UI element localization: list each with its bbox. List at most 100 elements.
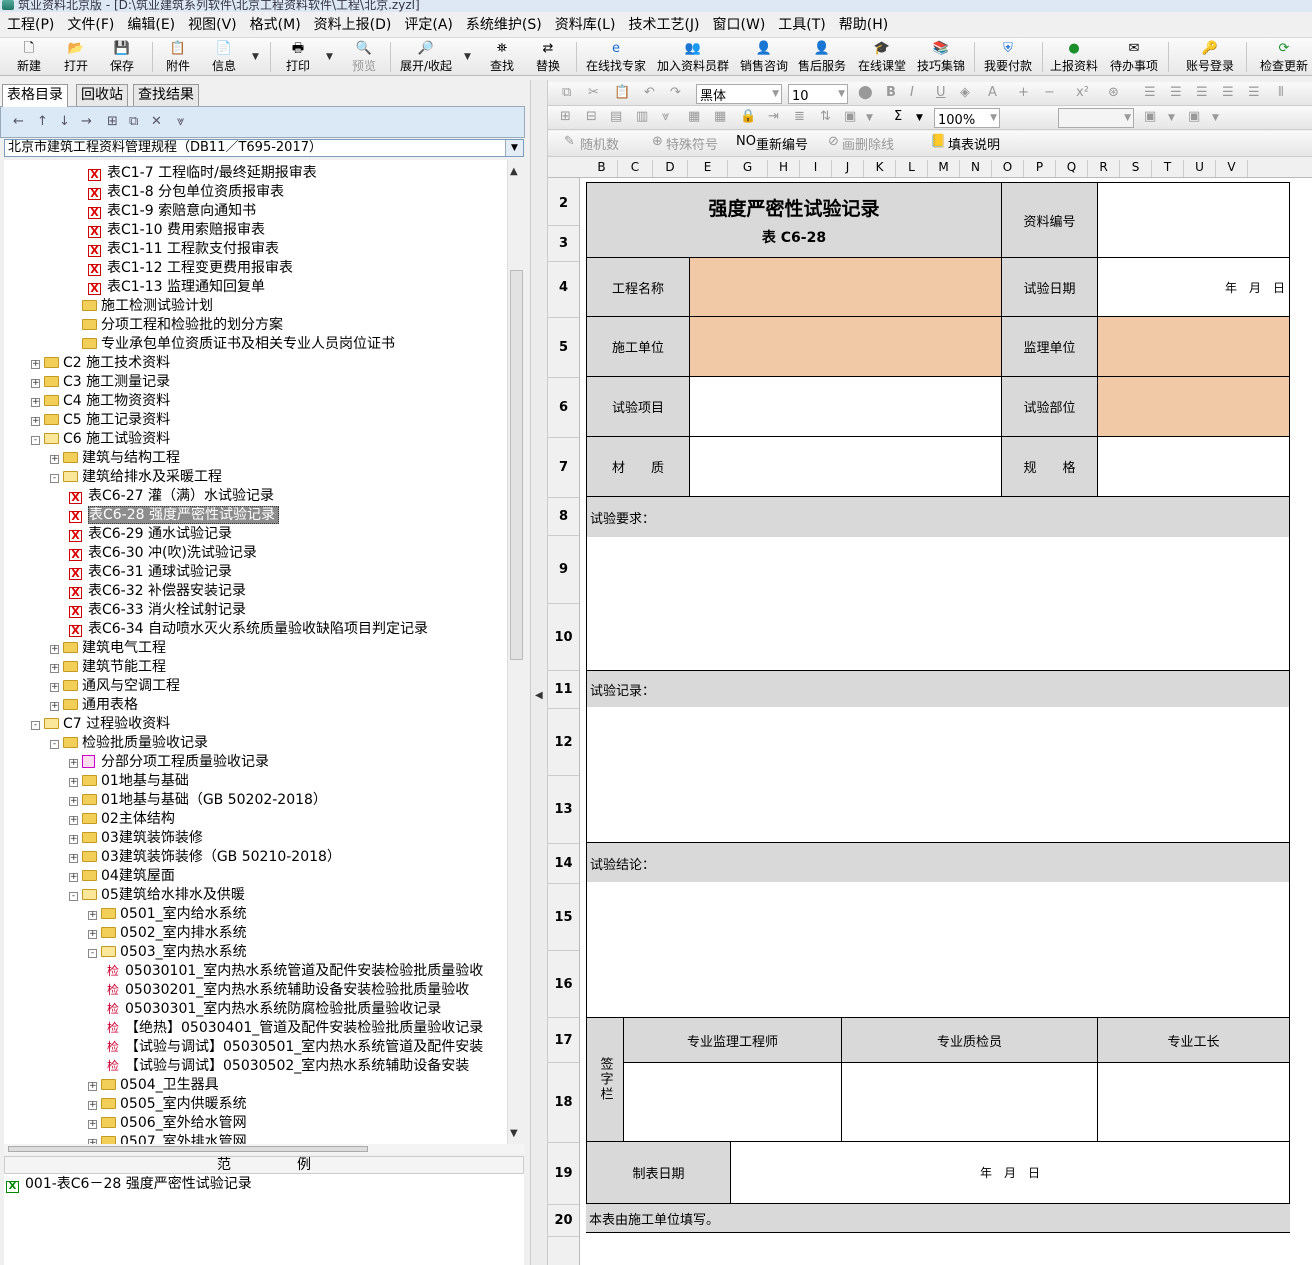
row-header-cell[interactable]: 13 [548, 776, 579, 844]
undo-icon[interactable]: ↶ [644, 85, 655, 100]
test-item-field[interactable] [689, 376, 1002, 437]
online-expert-button[interactable]: e 在线找专家 [584, 40, 648, 74]
tree-item[interactable]: + 建筑节能工程 [50, 658, 166, 677]
font-color-icon[interactable]: A [988, 85, 997, 100]
chevron-down-icon[interactable]: ▼ [916, 113, 923, 123]
collapse-icon[interactable]: - [31, 436, 40, 445]
column-header-cell[interactable]: Q [1056, 160, 1088, 177]
tree-item[interactable]: X 表C1-7 工程临时/最终延期报审表 [88, 164, 317, 183]
tree-item[interactable]: X 表C6-34 自动喷水灭火系统质量验收缺陷项目判定记录 [69, 620, 428, 639]
row-header-cell[interactable]: 3 [548, 226, 579, 262]
collapse-icon[interactable]: - [69, 892, 78, 901]
tree-item[interactable]: - 05建筑给水排水及供暖 [69, 886, 245, 905]
print-dropdown-icon[interactable]: ▼ [326, 52, 333, 62]
collapse-left-icon[interactable]: ◀ [535, 690, 543, 701]
made-date-field[interactable]: 年 月 日 [730, 1141, 1290, 1204]
tree-item[interactable]: 专业承包单位资质证书及相关专业人员岗位证书 [69, 335, 395, 354]
row-header-cell[interactable]: 9 [548, 536, 579, 604]
expand-icon[interactable]: + [31, 398, 40, 407]
after-sales-button[interactable]: 👤 售后服务 [796, 40, 848, 74]
menu-item[interactable]: 帮助(H) [832, 12, 894, 38]
tree-item[interactable]: X 表C1-11 工程款支付报审表 [88, 240, 279, 259]
row-header-cell[interactable]: 10 [548, 604, 579, 671]
menu-item[interactable]: 资料上报(D) [307, 12, 398, 38]
tree-item[interactable]: + 通用表格 [50, 696, 138, 715]
example-item[interactable]: X 001-表C6－28 强度严密性试验记录 [6, 1174, 524, 1194]
redo-icon[interactable]: ↷ [670, 85, 681, 100]
tree-item[interactable]: X 表C1-13 监理通知回复单 [88, 278, 265, 297]
insert-col-icon[interactable]: ▥ [636, 109, 648, 124]
minus-icon[interactable]: − [1044, 85, 1055, 100]
tree-item[interactable]: +03建筑装饰装修（GB 50210-2018） [69, 848, 341, 867]
column-header-cell[interactable]: E [688, 160, 728, 177]
tree-item[interactable]: X 表C6-29 通水试验记录 [69, 525, 232, 544]
tree-item[interactable]: +0506_室外给水管网 [88, 1114, 247, 1133]
expand-dropdown-icon[interactable]: ▼ [464, 52, 471, 62]
tree-item[interactable]: +04建筑屋面 [69, 867, 175, 886]
expand-icon[interactable]: + [88, 930, 97, 939]
row-header-cell[interactable]: 5 [548, 318, 579, 378]
expand-icon[interactable]: + [88, 1101, 97, 1110]
save-button[interactable]: 💾 保存 [106, 40, 138, 74]
add-table-icon[interactable]: ⊞ [107, 114, 118, 129]
line-style-select[interactable]: ▼ [1058, 108, 1134, 128]
project-name-field[interactable] [689, 257, 1002, 317]
tree-item[interactable]: +02主体结构 [69, 810, 175, 829]
tree-item[interactable]: + C4 施工物资资料 [31, 392, 170, 411]
row-header-cell[interactable]: 2 [548, 182, 579, 226]
list-icon[interactable]: ≣ [794, 109, 805, 124]
expand-collapse-button[interactable]: 🔎 展开/收起 [396, 40, 456, 74]
tree-item[interactable]: 检 05030101_室内热水系统管道及配件安装检验批质量验收 [107, 962, 483, 981]
sup-engineer-sign[interactable] [623, 1062, 842, 1142]
menu-item[interactable]: 资料库(L) [548, 12, 622, 38]
tree-item[interactable]: +0507_室外排水管网 [88, 1133, 247, 1144]
tree-item[interactable]: +0504_卫生器具 [88, 1076, 219, 1095]
chevron-down-icon[interactable]: ▼ [1168, 113, 1175, 123]
menu-item[interactable]: 格式(M) [243, 12, 307, 38]
row-header-cell[interactable]: 17 [548, 1018, 579, 1063]
lock-icon[interactable]: 🔒 [740, 109, 756, 124]
tree-item[interactable]: 检 05030201_室内热水系统辅助设备安装检验批质量验收 [107, 981, 469, 1000]
column-header-cell[interactable]: B [586, 160, 618, 177]
delete-icon[interactable]: ✕ [151, 114, 162, 129]
tree-item[interactable]: X 表C1-10 费用索赔报审表 [88, 221, 265, 240]
spec-field[interactable] [1097, 436, 1290, 497]
tree-item[interactable]: X 表C1-9 索赔意向通知书 [88, 202, 256, 221]
border-style-icon[interactable]: ▣ [1144, 109, 1156, 124]
split-icon[interactable]: ⊟ [586, 109, 597, 124]
print-button[interactable]: 🖶 打印 [282, 40, 314, 74]
builder-field[interactable] [689, 316, 1002, 377]
tree-item[interactable]: 检【绝热】05030401_管道及配件安装检验批质量验收记录 [107, 1019, 483, 1038]
settings-icon[interactable]: ⊛ [1108, 85, 1119, 100]
insert-row-icon[interactable]: ▤ [610, 109, 622, 124]
tree-item[interactable]: + 通风与空调工程 [50, 677, 180, 696]
tree-item[interactable]: 检【试验与调试】05030502_室内热水系统辅助设备安装 [107, 1057, 469, 1076]
paste-icon[interactable]: 📋 [614, 85, 630, 100]
row-header-cell[interactable]: 4 [548, 258, 579, 318]
expand-icon[interactable]: + [31, 379, 40, 388]
scroll-down-icon[interactable]: ▼ [510, 1128, 518, 1139]
panel-splitter[interactable]: ◀ [530, 80, 548, 1265]
bold-icon[interactable]: B [886, 85, 896, 100]
chevron-down-icon[interactable]: ▼ [1212, 113, 1219, 123]
check-update-button[interactable]: ⟳ 检查更新 [1258, 40, 1310, 74]
qc-sign[interactable] [841, 1062, 1098, 1142]
tree-item[interactable]: + C5 施工记录资料 [31, 411, 170, 430]
expand-icon[interactable]: + [69, 759, 78, 768]
material-field[interactable] [689, 436, 1002, 497]
spec-select[interactable]: 北京市建筑工程资料管理规程（DB11／T695-2017） ▼ [4, 139, 524, 157]
upload-button[interactable]: ● 上报资料 [1048, 40, 1100, 74]
expand-icon[interactable]: + [69, 797, 78, 806]
tree-item[interactable]: + 建筑与结构工程 [50, 449, 180, 468]
collapse-icon[interactable]: - [50, 740, 59, 749]
column-header-cell[interactable]: O [992, 160, 1024, 177]
tree-item[interactable]: - 检验批质量验收记录 [50, 734, 208, 753]
test-date-field[interactable]: 年 月 日 [1097, 257, 1290, 317]
chevron-down-icon[interactable]: ▼ [505, 140, 523, 156]
expand-icon[interactable]: + [69, 816, 78, 825]
menu-item[interactable]: 评定(A) [397, 12, 459, 38]
conclusion-field[interactable] [586, 882, 1290, 1018]
expand-icon[interactable]: + [69, 778, 78, 787]
tree-item[interactable]: 分项工程和检验批的划分方案 [69, 316, 283, 335]
collapse-icon[interactable]: - [31, 721, 40, 730]
